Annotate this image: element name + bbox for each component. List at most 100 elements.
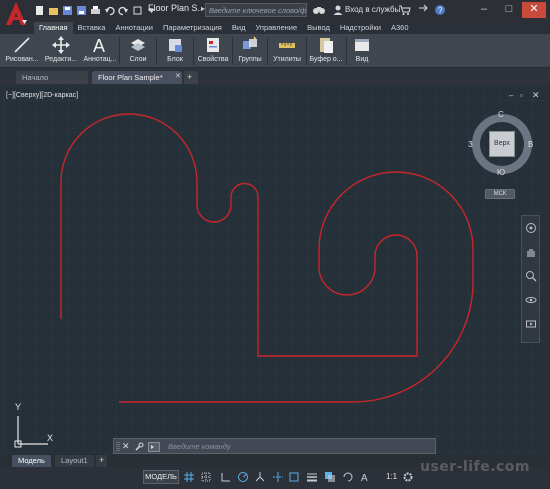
compass-west[interactable]: З	[468, 140, 473, 149]
tab-output[interactable]: Вывод	[302, 22, 335, 34]
panel-modify-label: Редакти...	[44, 56, 78, 63]
layout-tab-model[interactable]: Модель	[12, 455, 51, 467]
share-icon[interactable]	[132, 5, 143, 16]
panel-block[interactable]: Блок	[158, 34, 192, 68]
panel-separator	[156, 37, 157, 65]
grid-icon[interactable]	[183, 471, 195, 483]
new-tab-button[interactable]: +	[184, 71, 198, 84]
close-window-button[interactable]: ✕	[522, 2, 546, 18]
panel-groups-label: Группы	[238, 56, 262, 63]
viewport-close-button[interactable]: ✕	[532, 90, 540, 101]
tab-insert[interactable]: Вставка	[73, 22, 111, 34]
polar-tracking-icon[interactable]	[237, 471, 249, 483]
orbit-icon[interactable]	[525, 294, 537, 306]
viewport-minimize-button[interactable]: –	[509, 91, 513, 100]
watermark: user-life.com	[420, 459, 531, 475]
steering-wheel-icon[interactable]	[525, 222, 537, 234]
measure-icon	[279, 43, 295, 48]
help-icon[interactable]: ?	[434, 4, 446, 16]
panel-modify[interactable]: Редакти...	[42, 34, 80, 68]
open-folder-icon[interactable]	[48, 5, 59, 16]
autocad-logo-icon[interactable]	[4, 1, 28, 27]
tab-home[interactable]: Главная	[34, 22, 73, 34]
panel-utilities-label: Утилиты	[273, 56, 301, 63]
tab-a360[interactable]: A360	[386, 22, 414, 34]
wcs-menu-button[interactable]: МСК	[485, 189, 515, 199]
lineweight-icon[interactable]	[306, 471, 318, 483]
panel-groups[interactable]: Группы	[234, 34, 266, 68]
new-file-icon[interactable]	[34, 5, 45, 16]
compass-south[interactable]: Ю	[497, 168, 505, 177]
zoom-extents-icon[interactable]	[525, 270, 537, 282]
command-prompt-icon[interactable]	[148, 442, 160, 452]
ortho-icon[interactable]	[220, 471, 232, 483]
compass-east[interactable]: В	[528, 140, 533, 149]
command-input[interactable]: Введите команду	[168, 442, 428, 452]
title-bar: Floor Plan S... ▸ Введите ключевое слово…	[0, 0, 550, 25]
panel-properties[interactable]: Свойства	[195, 34, 231, 68]
tab-view[interactable]: Вид	[227, 22, 251, 34]
isodraft-icon[interactable]	[254, 471, 266, 483]
object-snap-icon[interactable]	[288, 471, 300, 483]
command-line-close-button[interactable]: ✕	[122, 441, 130, 452]
panel-draw[interactable]: Рисован...	[4, 34, 40, 68]
selection-cycling-icon[interactable]	[342, 471, 354, 483]
plot-icon[interactable]	[90, 5, 101, 16]
polyline-left-shape[interactable]	[60, 113, 474, 403]
save-icon[interactable]	[62, 5, 73, 16]
search-input[interactable]: Введите ключевое слово/фразу	[205, 3, 307, 17]
floor-plan-polyline[interactable]	[4, 84, 545, 465]
settings-gear-icon[interactable]	[402, 471, 414, 483]
sign-in-link[interactable]: Вход в службы	[345, 5, 400, 14]
exchange-apps-icon[interactable]	[417, 4, 429, 16]
add-layout-button[interactable]: +	[96, 455, 108, 467]
panel-annotation[interactable]: A Аннотац...	[81, 34, 119, 68]
binoculars-icon[interactable]	[312, 4, 326, 16]
viewcube-top-face[interactable]: Верх	[489, 131, 515, 157]
panel-separator	[193, 37, 194, 65]
panel-clipboard[interactable]: Буфер о...	[307, 34, 345, 68]
command-line-grip-icon[interactable]	[116, 441, 120, 453]
panel-utilities[interactable]: Утилиты	[269, 34, 305, 68]
text-icon: A	[93, 36, 105, 55]
tab-manage[interactable]: Управление	[250, 22, 302, 34]
line-icon	[14, 37, 30, 53]
drawing-canvas[interactable]: [−][Сверху][2D-каркас] – ▫ ✕ С Ю З В Вер…	[4, 84, 545, 465]
annotation-visibility-icon[interactable]: A	[360, 471, 372, 483]
tab-annotate[interactable]: Аннотации	[110, 22, 158, 34]
panel-layers-label: Слои	[129, 56, 147, 63]
file-tab-start[interactable]: Начало	[16, 71, 88, 84]
save-as-icon[interactable]	[76, 5, 87, 16]
groups-icon	[243, 36, 257, 49]
showmotion-icon[interactable]	[525, 318, 537, 330]
tab-parametric[interactable]: Параметризация	[158, 22, 227, 34]
tab-addins[interactable]: Надстройки	[335, 22, 386, 34]
file-tab-bar: Начало Floor Plan Sample* ✕ +	[0, 68, 550, 84]
cart-icon[interactable]	[398, 4, 411, 16]
panel-properties-label: Свойства	[197, 56, 229, 63]
user-icon[interactable]	[332, 4, 344, 16]
annotation-scale[interactable]: 1:1	[386, 472, 397, 481]
transparency-icon[interactable]	[324, 471, 336, 483]
compass-north[interactable]: С	[498, 110, 504, 119]
undo-icon[interactable]	[104, 5, 115, 16]
wrench-icon[interactable]	[134, 442, 144, 452]
object-snap-tracking-icon[interactable]	[272, 471, 284, 483]
snap-icon[interactable]	[200, 471, 212, 483]
viewport-controls-label[interactable]: [−][Сверху][2D-каркас]	[6, 92, 78, 99]
redo-icon[interactable]	[118, 5, 129, 16]
viewport-maximize-button[interactable]: ▫	[520, 91, 523, 100]
minimize-button[interactable]: –	[472, 2, 496, 18]
pan-hand-icon[interactable]	[525, 246, 537, 258]
panel-separator	[232, 37, 233, 65]
close-tab-icon[interactable]: ✕	[175, 72, 181, 80]
layout-tab-layout1[interactable]: Layout1	[55, 455, 94, 467]
maximize-button[interactable]: □	[497, 2, 521, 18]
panel-layers[interactable]: Слои	[121, 34, 155, 68]
clipboard-icon	[320, 38, 333, 53]
panel-view[interactable]: Вид	[348, 34, 376, 68]
viewcube[interactable]: С Ю З В Верх	[468, 110, 534, 177]
file-tab-floor-plan[interactable]: Floor Plan Sample*	[92, 71, 182, 84]
quick-access-toolbar	[34, 5, 157, 17]
model-space-button[interactable]: МОДЕЛЬ	[143, 470, 179, 484]
